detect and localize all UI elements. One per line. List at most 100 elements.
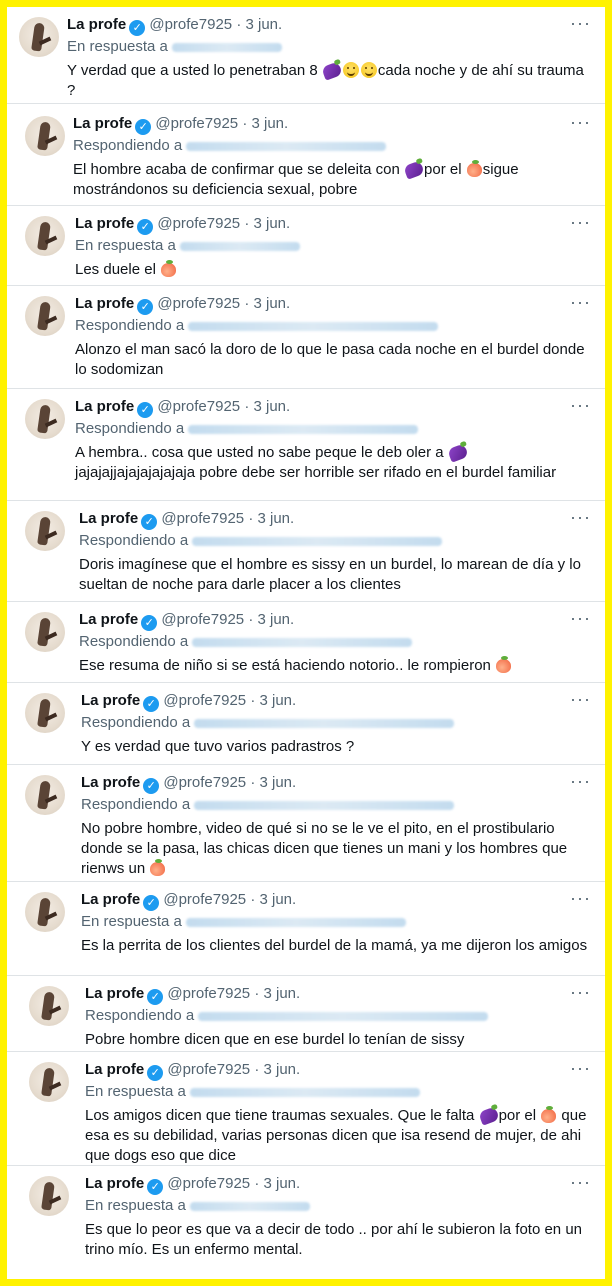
avatar[interactable] <box>25 612 65 652</box>
tweet-4[interactable]: La profe ✓ @profe7925 · 3 jun. ··· Respondi… <box>7 285 605 388</box>
tweet-header: La profe ✓ @profe7925 · 3 jun. ··· <box>79 507 591 530</box>
author-name[interactable]: La profe <box>79 611 138 628</box>
more-options-icon[interactable]: ··· <box>570 771 591 791</box>
author-handle[interactable]: @profe7925 <box>161 611 244 628</box>
tweet-content: La profe ✓ @profe7925 · 3 jun. ··· Respondi… <box>85 982 591 1050</box>
avatar[interactable] <box>25 399 65 439</box>
more-options-icon[interactable]: ··· <box>570 689 591 709</box>
tweet-11[interactable]: La profe ✓ @profe7925 · 3 jun. ··· Respondi… <box>7 975 605 1051</box>
avatar[interactable] <box>29 1176 69 1216</box>
more-options-icon[interactable]: ··· <box>570 982 591 1002</box>
more-options-icon[interactable]: ··· <box>570 212 591 232</box>
tweet-date[interactable]: 3 jun. <box>264 1175 301 1192</box>
author-handle[interactable]: @profe7925 <box>167 985 250 1002</box>
author-handle[interactable]: @profe7925 <box>163 891 246 908</box>
author-name[interactable]: La profe <box>79 510 138 527</box>
author-name[interactable]: La profe <box>75 215 134 232</box>
author-name[interactable]: La profe <box>81 774 140 791</box>
author-name[interactable]: La profe <box>81 891 140 908</box>
reply-prefix: En respuesta a <box>85 1083 186 1100</box>
verified-badge-icon: ✓ <box>135 119 152 135</box>
smiling-face-emoji-icon <box>360 62 377 78</box>
reply-context: Respondiendo a <box>79 531 591 551</box>
author-name[interactable]: La profe <box>85 1175 144 1192</box>
author-handle[interactable]: @profe7925 <box>155 115 238 132</box>
author-handle[interactable]: @profe7925 <box>163 774 246 791</box>
tweet-date[interactable]: 3 jun. <box>260 774 297 791</box>
avatar[interactable] <box>25 296 65 336</box>
tweet-date[interactable]: 3 jun. <box>264 985 301 1002</box>
tweet-date[interactable]: 3 jun. <box>254 295 291 312</box>
reply-mentions-redacted[interactable] <box>198 1011 489 1021</box>
author-handle[interactable]: @profe7925 <box>163 692 246 709</box>
tweet-date[interactable]: 3 jun. <box>258 611 295 628</box>
reply-mentions-redacted[interactable] <box>171 42 282 52</box>
avatar[interactable] <box>25 511 65 551</box>
tweet-6[interactable]: La profe ✓ @profe7925 · 3 jun. ··· Respondi… <box>7 500 605 601</box>
author-handle[interactable]: @profe7925 <box>167 1175 250 1192</box>
reply-mentions-redacted[interactable] <box>188 424 419 434</box>
tweet-header: La profe ✓ @profe7925 · 3 jun. ··· <box>85 1058 591 1081</box>
author-name[interactable]: La profe <box>67 16 126 33</box>
avatar[interactable] <box>25 892 65 932</box>
reply-mentions-redacted[interactable] <box>179 241 300 251</box>
more-options-icon[interactable]: ··· <box>570 395 591 415</box>
avatar[interactable] <box>25 216 65 256</box>
more-options-icon[interactable]: ··· <box>570 1172 591 1192</box>
reply-mentions-redacted[interactable] <box>192 637 413 647</box>
tweet-date[interactable]: 3 jun. <box>260 692 297 709</box>
author-handle[interactable]: @profe7925 <box>149 16 232 33</box>
avatar[interactable] <box>29 986 69 1026</box>
reply-mentions-redacted[interactable] <box>188 321 439 331</box>
more-options-icon[interactable]: ··· <box>570 112 591 132</box>
more-options-icon[interactable]: ··· <box>570 1058 591 1078</box>
more-options-icon[interactable]: ··· <box>570 507 591 527</box>
tweet-header: La profe ✓ @profe7925 · 3 jun. ··· <box>79 608 591 631</box>
author-name[interactable]: La profe <box>85 985 144 1002</box>
more-options-icon[interactable]: ··· <box>570 888 591 908</box>
tweet-date[interactable]: 3 jun. <box>254 398 291 415</box>
author-name[interactable]: La profe <box>75 398 134 415</box>
reply-mentions-redacted[interactable] <box>194 800 455 810</box>
tweet-7[interactable]: La profe ✓ @profe7925 · 3 jun. ··· Respondi… <box>7 601 605 682</box>
avatar[interactable] <box>25 116 65 156</box>
more-options-icon[interactable]: ··· <box>570 292 591 312</box>
tweet-13[interactable]: La profe ✓ @profe7925 · 3 jun. ··· En respu… <box>7 1165 605 1279</box>
author-handle[interactable]: @profe7925 <box>157 215 240 232</box>
reply-mentions-redacted[interactable] <box>189 1201 310 1211</box>
more-options-icon[interactable]: ··· <box>570 608 591 628</box>
author-name[interactable]: La profe <box>73 115 132 132</box>
tweet-date[interactable]: 3 jun. <box>258 510 295 527</box>
tweet-date[interactable]: 3 jun. <box>254 215 291 232</box>
author-name[interactable]: La profe <box>81 692 140 709</box>
reply-mentions-redacted[interactable] <box>194 718 455 728</box>
avatar[interactable] <box>19 17 59 57</box>
author-name[interactable]: La profe <box>75 295 134 312</box>
tweet-8[interactable]: La profe ✓ @profe7925 · 3 jun. ··· Respondi… <box>7 682 605 764</box>
tweet-10[interactable]: La profe ✓ @profe7925 · 3 jun. ··· En respu… <box>7 881 605 975</box>
tweet-9[interactable]: La profe ✓ @profe7925 · 3 jun. ··· Respondi… <box>7 764 605 881</box>
tweet-date[interactable]: 3 jun. <box>264 1061 301 1078</box>
reply-mentions-redacted[interactable] <box>189 1087 420 1097</box>
tweet-5[interactable]: La profe ✓ @profe7925 · 3 jun. ··· Respondi… <box>7 388 605 500</box>
reply-mentions-redacted[interactable] <box>192 536 443 546</box>
reply-mentions-redacted[interactable] <box>185 917 406 927</box>
tweet-date[interactable]: 3 jun. <box>246 16 283 33</box>
author-name[interactable]: La profe <box>85 1061 144 1078</box>
avatar[interactable] <box>25 775 65 815</box>
tweet-12[interactable]: La profe ✓ @profe7925 · 3 jun. ··· En respu… <box>7 1051 605 1165</box>
tweet-date[interactable]: 3 jun. <box>252 115 289 132</box>
tweet-2[interactable]: La profe ✓ @profe7925 · 3 jun. ··· Respondi… <box>7 103 605 205</box>
avatar[interactable] <box>29 1062 69 1102</box>
author-handle[interactable]: @profe7925 <box>157 295 240 312</box>
more-options-icon[interactable]: ··· <box>570 13 591 33</box>
tweet-3[interactable]: La profe ✓ @profe7925 · 3 jun. ··· En respu… <box>7 205 605 285</box>
tweet-date[interactable]: 3 jun. <box>260 891 297 908</box>
tweet-text: Es que lo peor es que va a decir de todo… <box>85 1221 582 1258</box>
tweet-1[interactable]: La profe ✓ @profe7925 · 3 jun. ··· En respu… <box>7 7 605 103</box>
author-handle[interactable]: @profe7925 <box>161 510 244 527</box>
author-handle[interactable]: @profe7925 <box>167 1061 250 1078</box>
reply-mentions-redacted[interactable] <box>186 141 387 151</box>
author-handle[interactable]: @profe7925 <box>157 398 240 415</box>
avatar[interactable] <box>25 693 65 733</box>
